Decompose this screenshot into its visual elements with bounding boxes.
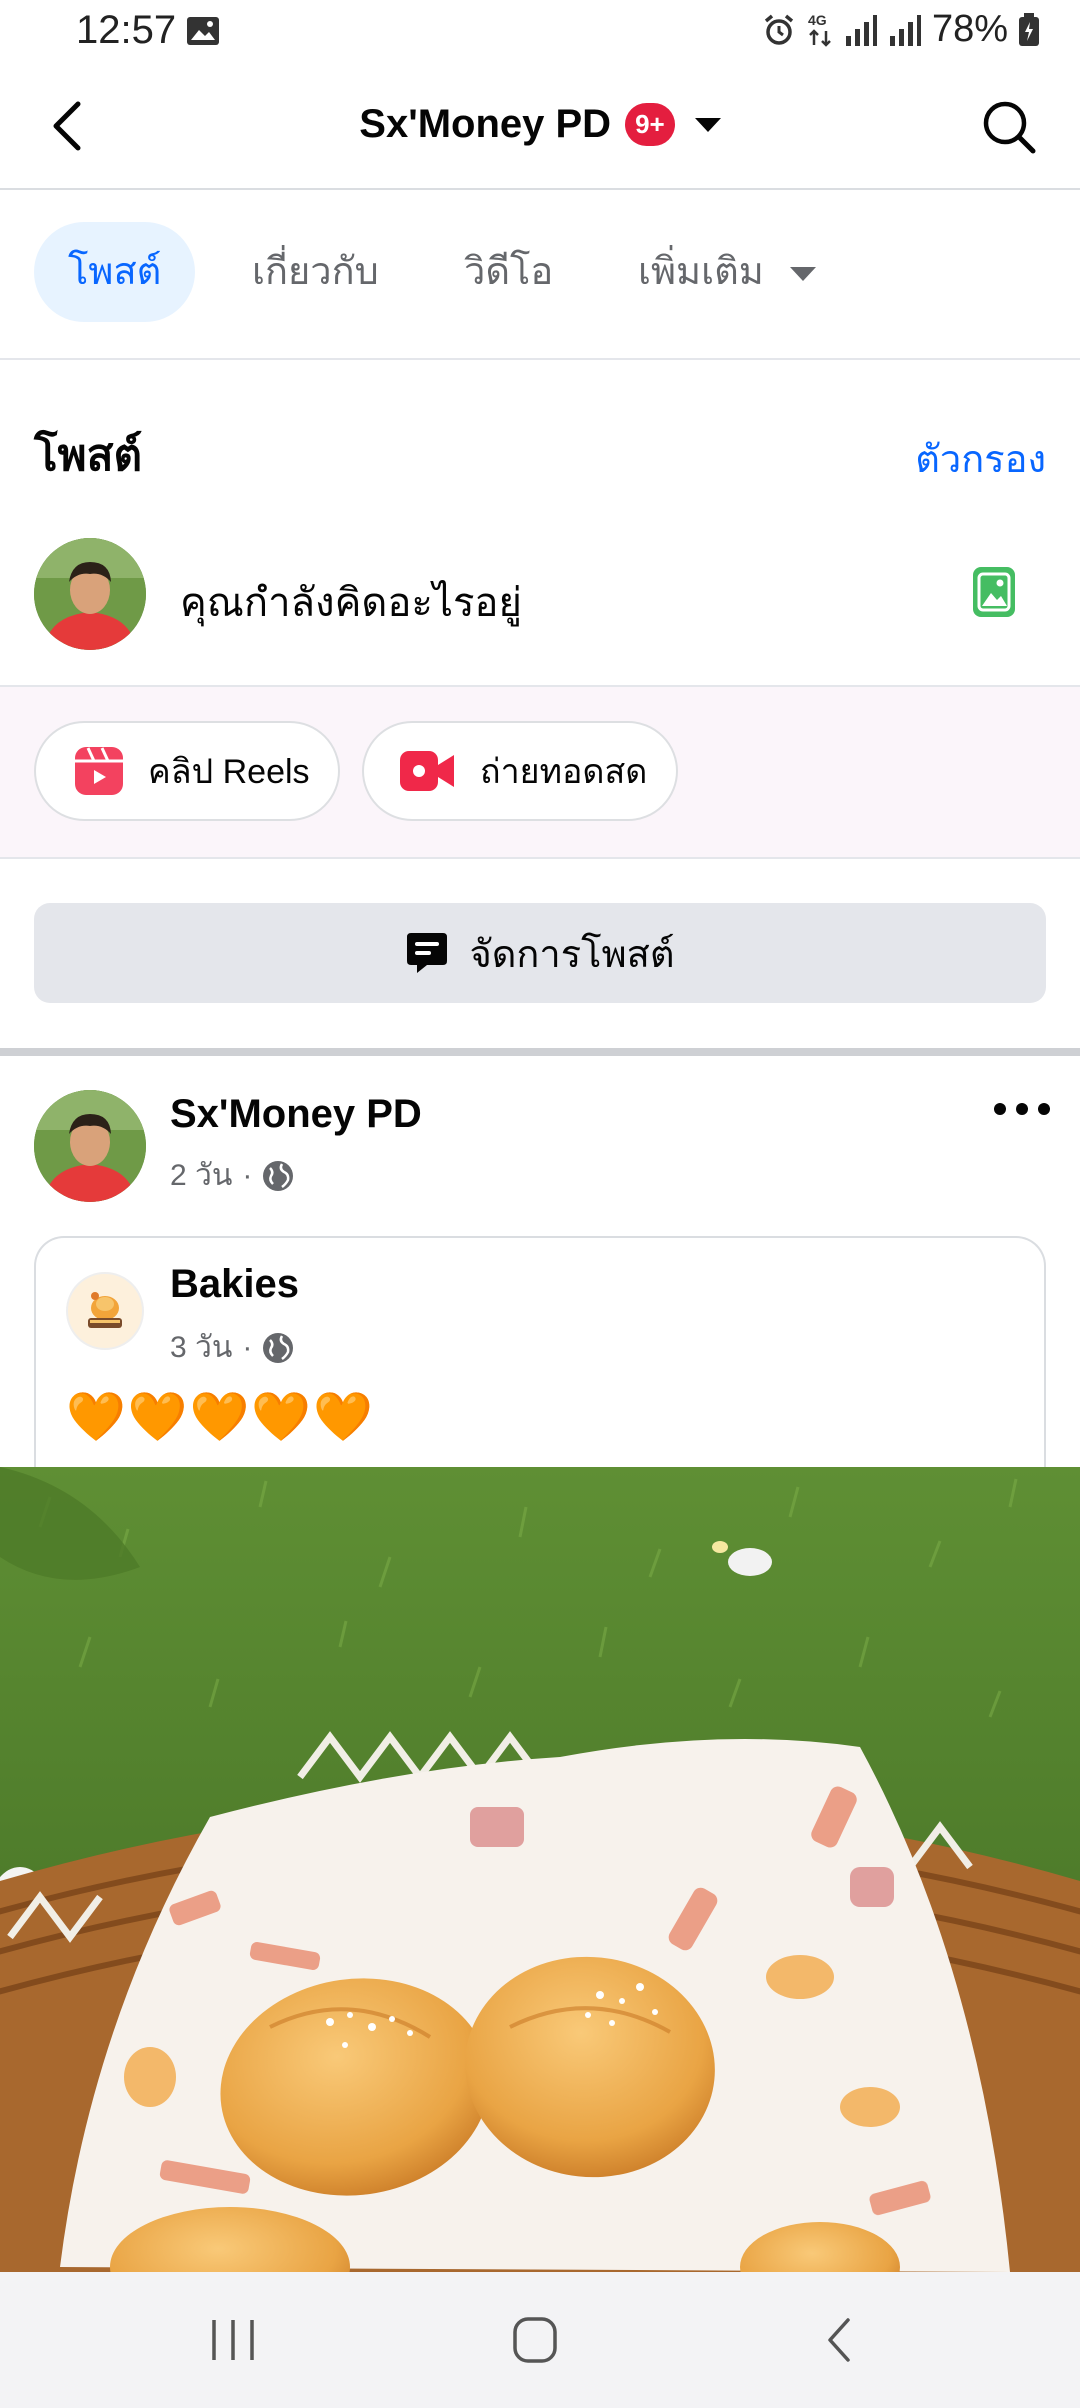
signal-icon: [845, 14, 877, 46]
recent-apps-icon[interactable]: [210, 2318, 256, 2362]
manage-posts-label: จัดการโพสต์: [469, 933, 675, 976]
4g-icon: 4G: [808, 12, 831, 47]
gallery-icon: [187, 17, 219, 45]
tab-more-label: เพิ่มเติม: [638, 251, 764, 293]
bread-basket-image: [0, 1467, 1080, 2272]
tab-videos[interactable]: วิดีโอ: [464, 222, 553, 322]
avatar[interactable]: [34, 538, 146, 650]
more-options-icon[interactable]: [992, 1094, 1052, 1124]
meta-separator: ·: [242, 1330, 253, 1364]
chat-bubble-icon: [407, 933, 448, 973]
composer-input[interactable]: คุณกำลังคิดอะไรอยู่: [180, 570, 522, 634]
post-time[interactable]: 2 วัน: [170, 1152, 232, 1199]
live-button[interactable]: ถ่ายทอดสด: [362, 721, 678, 821]
profile-photo: [34, 538, 146, 650]
globe-icon: [263, 1160, 294, 1191]
section-divider: [0, 1048, 1080, 1056]
post-meta: 2 วัน ·: [170, 1152, 294, 1199]
manage-posts-button[interactable]: จัดการโพสต์: [34, 903, 1046, 1003]
tab-posts[interactable]: โพสต์: [34, 222, 196, 322]
battery-icon: [1019, 12, 1039, 46]
meta-separator: ·: [242, 1158, 253, 1192]
posts-section-title: โพสต์: [34, 431, 143, 480]
page-title-wrap[interactable]: Sx'Money PD 9+: [0, 102, 1080, 147]
battery-percent: 78%: [931, 8, 1008, 50]
notification-badge: 9+: [625, 103, 675, 146]
post-author[interactable]: Sx'Money PD: [170, 1092, 422, 1137]
quick-actions-bar: คลิป Reels ถ่ายทอดสด: [0, 685, 1080, 859]
avatar[interactable]: [34, 1090, 146, 1202]
chevron-down-icon: [789, 266, 816, 281]
status-bar: 12:57 4G 78%: [0, 0, 1080, 64]
reels-label: คลิป Reels: [148, 753, 310, 791]
bakies-logo-mark: [88, 1292, 122, 1328]
live-video-icon: [400, 751, 454, 791]
shared-post-author[interactable]: Bakies: [170, 1262, 299, 1307]
tab-more[interactable]: เพิ่มเติม: [638, 222, 816, 322]
reels-button[interactable]: คลิป Reels: [34, 721, 340, 821]
back-nav-icon[interactable]: [824, 2316, 854, 2364]
svg-text:4G: 4G: [808, 12, 827, 28]
home-icon[interactable]: [512, 2316, 558, 2364]
photo-icon[interactable]: [972, 566, 1016, 618]
bakies-logo[interactable]: [66, 1272, 144, 1350]
live-label: ถ่ายทอดสด: [480, 753, 648, 791]
shared-post-text: 🧡🧡🧡🧡🧡: [66, 1391, 375, 1444]
shared-post-meta: 3 วัน ·: [170, 1324, 294, 1371]
tab-about[interactable]: เกี่ยวกับ: [252, 222, 379, 322]
search-icon[interactable]: [982, 100, 1036, 154]
page-header: Sx'Money PD 9+: [0, 64, 1080, 190]
alarm-icon: [764, 14, 794, 45]
status-right: 4G 78%: [762, 8, 1040, 51]
profile-tabs: โพสต์ เกี่ยวกับ วิดีโอ เพิ่มเติม: [0, 188, 1080, 360]
globe-icon: [263, 1332, 294, 1363]
post-photo[interactable]: [0, 1467, 1080, 2272]
reels-icon: [75, 747, 123, 795]
page-title: Sx'Money PD: [359, 102, 612, 146]
shared-post-time[interactable]: 3 วัน: [170, 1324, 232, 1371]
system-nav-bar: [0, 2272, 1080, 2408]
status-time: 12:57: [76, 8, 177, 52]
profile-photo: [34, 1090, 146, 1202]
signal-icon: [889, 14, 921, 46]
filter-button[interactable]: ตัวกรอง: [915, 428, 1046, 489]
switch-profile-caret-icon[interactable]: [694, 117, 721, 132]
